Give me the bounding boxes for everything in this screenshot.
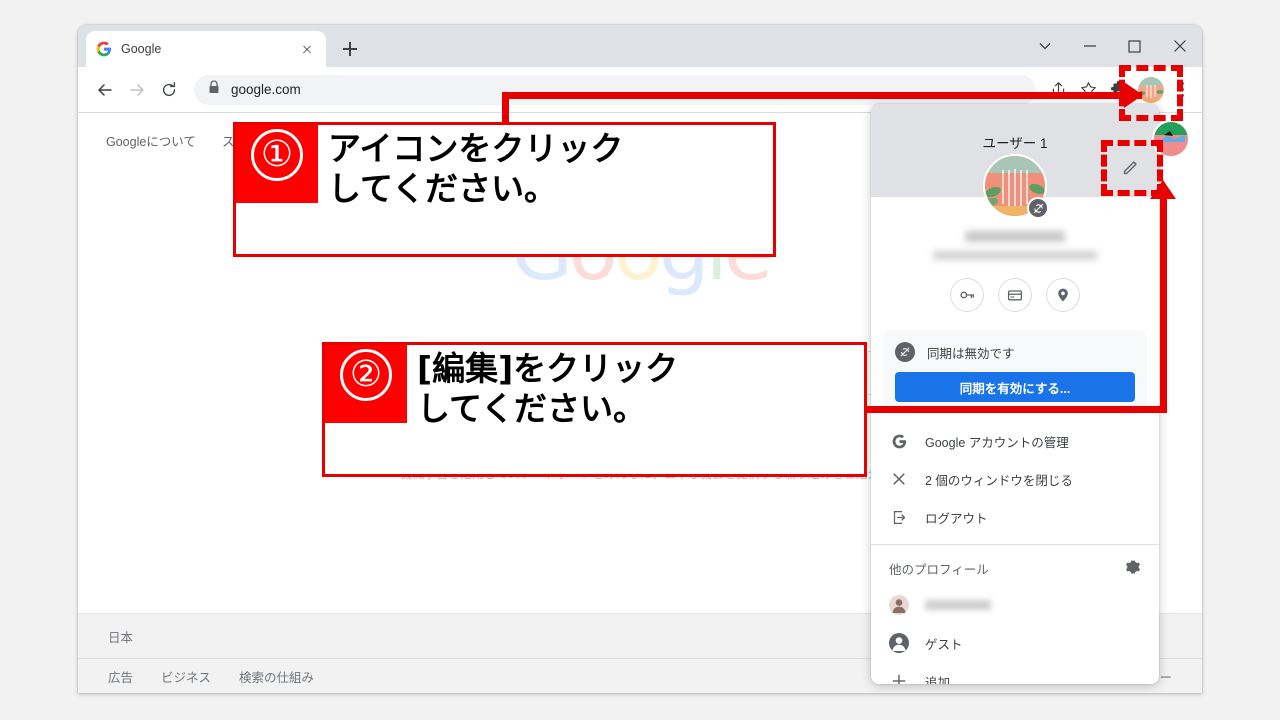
star-icon[interactable] bbox=[1074, 76, 1102, 104]
callout-2-number: ② bbox=[325, 345, 407, 423]
tab-close-button[interactable] bbox=[298, 40, 316, 58]
new-tab-button[interactable] bbox=[336, 35, 364, 63]
close-x-icon bbox=[889, 472, 909, 486]
profile-menu-items: Google アカウントの管理 2 個のウィンドウを閉じる bbox=[871, 422, 1159, 536]
tab-title: Google bbox=[121, 42, 289, 56]
callout-2-text: [編集]をクリック してください。 bbox=[407, 345, 864, 474]
annotation-callout-2: ② [編集]をクリック してください。 bbox=[322, 342, 867, 477]
browser-tab[interactable]: Google bbox=[86, 31, 326, 67]
maximize-button[interactable] bbox=[1112, 25, 1157, 67]
back-arrow-icon[interactable] bbox=[90, 75, 120, 105]
arrow1-horizontal bbox=[502, 92, 1142, 99]
menu-item-manage-google-account[interactable]: Google アカウントの管理 bbox=[871, 422, 1159, 460]
url-text: google.com bbox=[231, 82, 301, 97]
highlight-box-edit-button bbox=[1101, 140, 1163, 196]
guest-label: ゲスト bbox=[925, 634, 963, 653]
menu-item-close-windows[interactable]: 2 個のウィンドウを閉じる bbox=[871, 460, 1159, 498]
key-icon[interactable] bbox=[950, 278, 984, 312]
forward-arrow-icon[interactable] bbox=[122, 75, 152, 105]
sync-status-text: 同期は無効です bbox=[927, 343, 1015, 362]
arrow1-vertical bbox=[502, 92, 509, 124]
arrow2-vertical bbox=[1160, 198, 1167, 410]
window-controls bbox=[1022, 25, 1202, 67]
footer-links-left: 広告 ビジネス 検索の仕組み bbox=[108, 667, 314, 686]
profile-quick-actions bbox=[871, 278, 1159, 312]
other-profile-guest[interactable]: ゲスト bbox=[871, 624, 1159, 662]
menu-item-label: Google アカウントの管理 bbox=[925, 432, 1069, 451]
profile-avatar bbox=[983, 154, 1047, 218]
add-profile-item[interactable]: 追加 bbox=[871, 662, 1159, 684]
lock-icon bbox=[208, 80, 220, 99]
nav-link-about[interactable]: Googleについて bbox=[106, 131, 196, 150]
callout-1-number-glyph: ① bbox=[261, 137, 293, 173]
sync-off-badge-icon bbox=[1027, 197, 1049, 219]
person-avatar-icon bbox=[889, 595, 909, 615]
google-g-icon bbox=[96, 41, 112, 57]
reload-icon[interactable] bbox=[154, 75, 184, 105]
logout-icon bbox=[889, 510, 909, 525]
other-profiles-header: 他のプロフィール bbox=[871, 545, 1159, 586]
screenshot-root: Google bbox=[0, 0, 1280, 720]
footer-region: 日本 bbox=[108, 627, 133, 646]
menu-item-logout[interactable]: ログアウト bbox=[871, 498, 1159, 536]
other-profile-name-masked bbox=[925, 600, 991, 610]
menu-item-label: 2 個のウィンドウを閉じる bbox=[925, 470, 1073, 489]
close-button[interactable] bbox=[1157, 25, 1202, 67]
footer-link-how-search-works[interactable]: 検索の仕組み bbox=[239, 667, 314, 686]
arrow2-horizontal bbox=[862, 406, 1167, 413]
gear-icon[interactable] bbox=[1125, 559, 1141, 578]
tab-strip: Google bbox=[78, 25, 1202, 67]
address-bar[interactable]: google.com bbox=[194, 75, 1036, 105]
annotation-callout-1: ① アイコンをクリック してください。 bbox=[233, 122, 776, 257]
credit-card-icon[interactable] bbox=[998, 278, 1032, 312]
highlight-box-profile-icon bbox=[1119, 65, 1183, 121]
person-icon bbox=[889, 633, 909, 653]
profile-email-masked bbox=[933, 251, 1097, 260]
callout-1-number: ① bbox=[236, 125, 318, 203]
share-icon[interactable] bbox=[1044, 76, 1072, 104]
plus-icon bbox=[889, 673, 909, 684]
profile-name-masked bbox=[965, 231, 1065, 242]
callout-2-number-glyph: ② bbox=[350, 357, 382, 393]
minimize-button[interactable] bbox=[1067, 25, 1112, 67]
menu-item-label: ログアウト bbox=[925, 508, 988, 527]
add-label: 追加 bbox=[925, 672, 950, 685]
google-g-icon bbox=[889, 434, 909, 449]
sync-off-icon bbox=[895, 342, 915, 362]
sync-status-row: 同期は無効です bbox=[895, 342, 1135, 362]
enable-sync-button[interactable]: 同期を有効にする... bbox=[895, 372, 1135, 402]
other-profile-item[interactable] bbox=[871, 586, 1159, 624]
sync-card: 同期は無効です 同期を有効にする... bbox=[883, 330, 1147, 414]
location-pin-icon[interactable] bbox=[1046, 278, 1080, 312]
callout-1-text: アイコンをクリック してください。 bbox=[318, 125, 773, 254]
chevron-down-icon[interactable] bbox=[1022, 25, 1067, 67]
footer-link-ads[interactable]: 広告 bbox=[108, 667, 133, 686]
footer-link-business[interactable]: ビジネス bbox=[161, 667, 211, 686]
other-profiles-label: 他のプロフィール bbox=[889, 559, 989, 578]
